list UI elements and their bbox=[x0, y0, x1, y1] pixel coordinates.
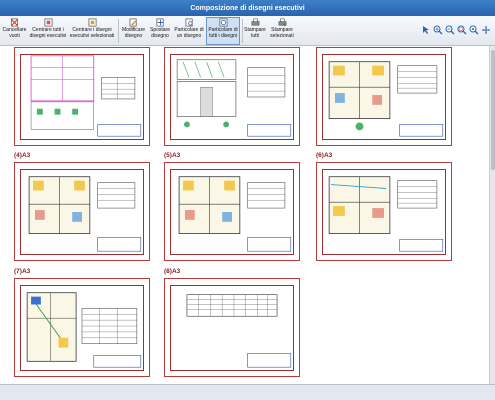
sheet-label-4: (4)A3 bbox=[14, 152, 31, 159]
sheet-3[interactable] bbox=[316, 47, 452, 146]
toolbar-separator bbox=[242, 19, 243, 43]
printer-icon bbox=[251, 18, 259, 26]
floor-plan-drawing bbox=[28, 176, 142, 252]
floor-plan-drawing bbox=[328, 176, 444, 252]
detail-all-icon bbox=[219, 18, 227, 27]
print-all-label: Stampare tutti bbox=[244, 27, 266, 39]
move-drawing-button[interactable]: Spostare disegno bbox=[148, 17, 172, 45]
zoom-out-icon[interactable] bbox=[445, 25, 455, 35]
sheet-label-6: (6)A3 bbox=[316, 152, 333, 159]
scrollbar-thumb[interactable] bbox=[491, 50, 495, 170]
vertical-scrollbar[interactable] bbox=[489, 46, 495, 384]
print-all-button[interactable]: Stampare tutti bbox=[244, 17, 266, 45]
printer-selected-icon bbox=[278, 18, 286, 27]
move-drawing-label: Spostare disegno bbox=[149, 27, 170, 39]
sheet-label-7: (7)A3 bbox=[14, 268, 31, 275]
floor-plan-drawing bbox=[178, 176, 292, 252]
print-selected-label: Stampare selezionati bbox=[270, 27, 294, 39]
floor-plan-drawing bbox=[328, 61, 444, 137]
toolbar-separator bbox=[118, 19, 119, 43]
detail-one-drawing-button[interactable]: Particolare di un disegno bbox=[173, 17, 205, 45]
toolbar: Cancellare vuoti Centrare tutti i disegn… bbox=[0, 16, 495, 46]
center-all-label: Centrare tutti i disegni esecutivi bbox=[29, 27, 67, 39]
print-selected-button[interactable]: Stampare selezionati bbox=[267, 17, 297, 45]
detail-all-drawings-button[interactable]: Particolare di tutti i disegni bbox=[206, 17, 240, 45]
edit-drawing-icon bbox=[129, 18, 137, 27]
schedule-table-drawing bbox=[186, 294, 292, 368]
pointer-icon[interactable] bbox=[421, 25, 431, 35]
detail-one-drawing-label: Particolare di un disegno bbox=[174, 27, 204, 39]
center-selected-icon bbox=[88, 18, 96, 27]
drawing-workspace[interactable]: (4)A3 (5)A3 (6)A3 (7)A3 (8)A3 bbox=[0, 46, 489, 384]
center-selected-label: Centrare i disegni esecutivi selezionati bbox=[69, 27, 115, 39]
sheet-6[interactable] bbox=[316, 162, 452, 261]
sheet-label-5: (5)A3 bbox=[164, 152, 181, 159]
site-plan-drawing bbox=[30, 55, 142, 137]
sheet-label-8: (8)A3 bbox=[164, 268, 181, 275]
center-all-button[interactable]: Centrare tutti i disegni esecutivi bbox=[29, 17, 67, 45]
center-all-icon bbox=[44, 18, 52, 27]
cancel-empty-label: Cancellare vuoti bbox=[2, 27, 27, 39]
move-drawing-icon bbox=[156, 18, 164, 27]
sheet-2[interactable] bbox=[164, 47, 300, 146]
zoom-window-icon[interactable] bbox=[457, 25, 467, 35]
elevation-drawing bbox=[176, 59, 292, 137]
sheet-1[interactable] bbox=[14, 47, 150, 146]
cancel-empty-button[interactable]: Cancellare vuoti bbox=[1, 17, 28, 45]
zoom-all-icon[interactable] bbox=[469, 25, 479, 35]
delete-empty-icon bbox=[10, 18, 19, 27]
detail-one-icon bbox=[185, 18, 193, 27]
modify-drawing-label: Modificare disegno bbox=[121, 27, 146, 39]
window-title: Composizione di disegni esecutivi bbox=[0, 0, 495, 16]
modify-drawing-button[interactable]: Modificare disegno bbox=[120, 17, 147, 45]
status-bar bbox=[0, 384, 495, 400]
sheet-8[interactable] bbox=[164, 278, 300, 377]
sheet-7[interactable] bbox=[14, 278, 150, 377]
sheet-5[interactable] bbox=[164, 162, 300, 261]
zoom-in-icon[interactable] bbox=[433, 25, 443, 35]
sheet-4[interactable] bbox=[14, 162, 150, 261]
detail-all-drawings-label: Particolare di tutti i disegni bbox=[208, 27, 238, 39]
pan-icon[interactable] bbox=[481, 25, 491, 35]
center-selected-button[interactable]: Centrare i disegni esecutivi selezionati bbox=[68, 17, 116, 45]
detail-plan-drawing bbox=[26, 292, 142, 368]
